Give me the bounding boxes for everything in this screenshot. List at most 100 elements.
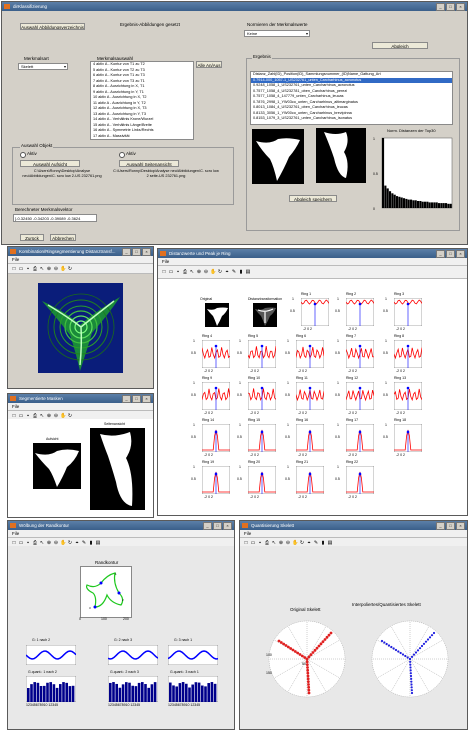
merkmal-item[interactable]: 18 aktiv S - Skelett T1 [91, 139, 193, 140]
ergebnis-item[interactable]: 0.8153_1079_3_US232761_unten_Carcharhinu… [251, 116, 452, 122]
seitenansicht-button[interactable]: Auswahl Seitenansicht [119, 160, 179, 167]
maximize-button[interactable]: □ [213, 522, 222, 530]
close-button[interactable]: × [142, 395, 151, 403]
pan-icon[interactable]: ✋ [210, 269, 216, 275]
print-icon[interactable]: ⎙ [32, 413, 38, 419]
open-icon[interactable]: ▭ [250, 540, 256, 546]
pointer-icon[interactable]: ↖ [189, 269, 195, 275]
minimize-button[interactable]: _ [122, 395, 131, 403]
pan-icon[interactable]: ✋ [292, 540, 298, 546]
open-icon[interactable]: ▭ [18, 413, 24, 419]
pan-icon[interactable]: ✋ [60, 266, 66, 272]
abgleich-button[interactable]: Abgleich [372, 42, 428, 49]
select-dir-button[interactable]: Auswahl Abbildungsverzeichnis [20, 23, 85, 30]
pan-icon[interactable]: ✋ [60, 540, 66, 546]
minimize-button[interactable]: _ [436, 522, 445, 530]
minimize-button[interactable]: _ [436, 3, 445, 11]
print-icon[interactable]: ⎙ [32, 266, 38, 272]
ergebnis-listbox[interactable]: Distanz_Zahl(ID)_Position(ID)_Sammlungsn… [250, 71, 453, 125]
pointer-icon[interactable]: ↖ [271, 540, 277, 546]
ring-segmentation-image [38, 283, 123, 373]
zoom-out-icon[interactable]: ⊖ [53, 540, 59, 546]
datacursor-icon[interactable]: ⌖ [306, 540, 312, 546]
abbrechen-button[interactable]: Abbrechen [50, 234, 76, 241]
merkmalsvektor-field[interactable]: [-0.32450 -0.34203 -0.39089 -0.3624 [13, 214, 97, 222]
zoom-in-icon[interactable]: ⊕ [278, 540, 284, 546]
close-button[interactable]: × [456, 522, 465, 530]
radio-seitenansicht[interactable] [119, 152, 125, 158]
rotate-icon[interactable]: ↻ [67, 266, 73, 272]
zoom-in-icon[interactable]: ⊕ [46, 266, 52, 272]
zoom-in-icon[interactable]: ⊕ [46, 540, 52, 546]
new-icon[interactable]: □ [243, 540, 249, 546]
rotate-icon[interactable]: ↻ [217, 269, 223, 275]
file-menu[interactable]: File [12, 531, 19, 536]
legend-icon[interactable]: ▤ [327, 540, 333, 546]
new-icon[interactable]: □ [11, 266, 17, 272]
rotate-icon[interactable]: ↻ [299, 540, 305, 546]
zoom-out-icon[interactable]: ⊖ [53, 266, 59, 272]
minimize-button[interactable]: _ [122, 248, 131, 256]
save-icon[interactable]: ▪ [175, 269, 181, 275]
merkmalsart-select[interactable]: Skelett ▾ [18, 63, 68, 70]
save-icon[interactable]: ▪ [25, 266, 31, 272]
print-icon[interactable]: ⎙ [264, 540, 270, 546]
brush-icon[interactable]: ✎ [81, 540, 87, 546]
file-menu[interactable]: File [162, 259, 169, 264]
maximize-button[interactable]: □ [132, 248, 141, 256]
zoom-in-icon[interactable]: ⊕ [196, 269, 202, 275]
maximize-button[interactable]: □ [132, 395, 141, 403]
zoom-out-icon[interactable]: ⊖ [203, 269, 209, 275]
open-icon[interactable]: ▭ [168, 269, 174, 275]
zurueck-button[interactable]: Zurück [20, 234, 44, 241]
print-icon[interactable]: ⎙ [32, 540, 38, 546]
print-icon[interactable]: ⎙ [182, 269, 188, 275]
pan-icon[interactable]: ✋ [60, 413, 66, 419]
legend-icon[interactable]: ▤ [95, 540, 101, 546]
merkmals-listbox[interactable]: 4 aktiv A - Kontur von T1 zu T2 5 aktiv A… [90, 61, 194, 140]
radio-aufsicht[interactable] [20, 152, 26, 158]
new-icon[interactable]: □ [11, 413, 17, 419]
open-icon[interactable]: ▭ [18, 540, 24, 546]
minimize-button[interactable]: _ [436, 250, 445, 258]
close-button[interactable]: × [223, 522, 232, 530]
legend-icon[interactable]: ▤ [245, 269, 251, 275]
zoom-out-icon[interactable]: ⊖ [53, 413, 59, 419]
alle-toggle-button[interactable]: Alle An/Aus [196, 61, 222, 68]
close-button[interactable]: × [142, 248, 151, 256]
pointer-icon[interactable]: ↖ [39, 266, 45, 272]
minimize-button[interactable]: _ [203, 522, 212, 530]
zoom-in-icon[interactable]: ⊕ [46, 413, 52, 419]
speichern-button[interactable]: Abgleich speichern [289, 195, 337, 202]
pointer-icon[interactable]: ↖ [39, 540, 45, 546]
normierung-select[interactable]: Keine ▾ [244, 30, 310, 37]
pointer-icon[interactable]: ↖ [39, 413, 45, 419]
save-icon[interactable]: ▪ [25, 413, 31, 419]
close-button[interactable]: × [456, 250, 465, 258]
datacursor-icon[interactable]: ⌖ [224, 269, 230, 275]
ring-subplot: Ring 10 1 0.5 -2 0 2 [237, 376, 278, 419]
datacursor-icon[interactable]: ⌖ [74, 540, 80, 546]
maximize-button[interactable]: □ [446, 522, 455, 530]
open-icon[interactable]: ▭ [18, 266, 24, 272]
file-menu[interactable]: File [12, 404, 19, 409]
brush-icon[interactable]: ✎ [313, 540, 319, 546]
colorbar-icon[interactable]: ▮ [88, 540, 94, 546]
rotate-icon[interactable]: ↻ [67, 540, 73, 546]
ring-ytick-top: 1 [385, 339, 387, 343]
colorbar-icon[interactable]: ▮ [320, 540, 326, 546]
brush-icon[interactable]: ✎ [231, 269, 237, 275]
zoom-out-icon[interactable]: ⊖ [285, 540, 291, 546]
new-icon[interactable]: □ [161, 269, 167, 275]
new-icon[interactable]: □ [11, 540, 17, 546]
close-button[interactable]: × [456, 3, 465, 11]
colorbar-icon[interactable]: ▮ [238, 269, 244, 275]
maximize-button[interactable]: □ [446, 3, 455, 11]
file-menu[interactable]: File [244, 531, 251, 536]
save-icon[interactable]: ▪ [257, 540, 263, 546]
maximize-button[interactable]: □ [446, 250, 455, 258]
rotate-icon[interactable]: ↻ [67, 413, 73, 419]
file-menu[interactable]: File [12, 257, 19, 262]
save-icon[interactable]: ▪ [25, 540, 31, 546]
aufsicht-button[interactable]: Auswahl Aufsicht [20, 160, 80, 167]
